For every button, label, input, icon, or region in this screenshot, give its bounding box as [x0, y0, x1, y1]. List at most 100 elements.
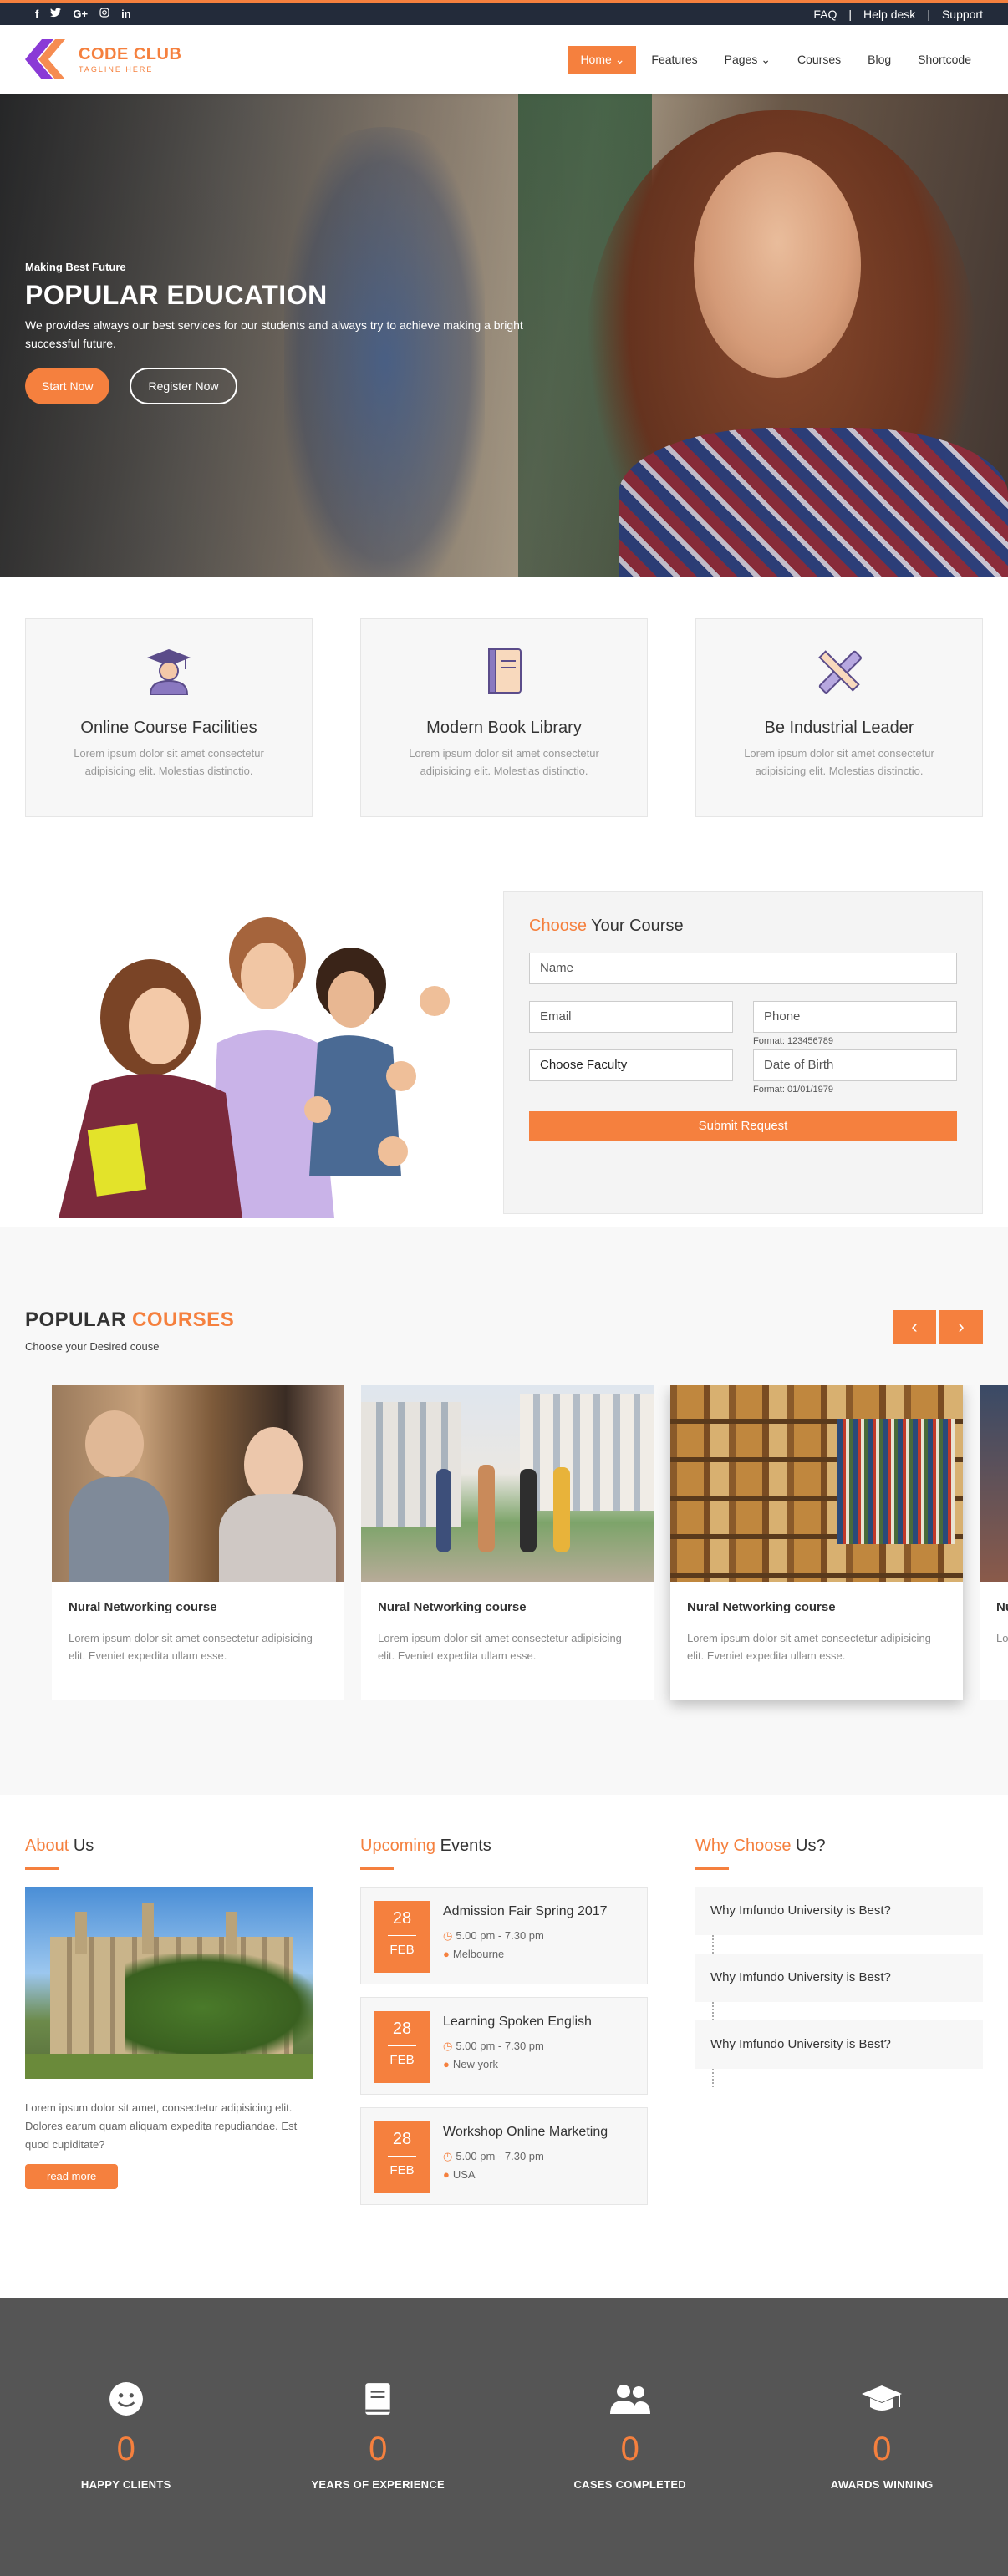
info-section: About Us Lorem ipsum dolor sit amet, con…: [0, 1795, 1008, 2259]
event-time-text: 5.00 pm - 7.30 pm: [456, 2150, 544, 2162]
chevron-left-icon[interactable]: ‹: [893, 1310, 936, 1344]
course-text: Lo: [996, 1632, 1008, 1644]
feature-title: Modern Book Library: [426, 719, 582, 737]
email-field[interactable]: Email: [529, 1001, 733, 1033]
why-title-rest: Us?: [791, 1837, 826, 1855]
event-location: ● Melbourne: [443, 1948, 608, 1960]
why-title: Why Choose Us?: [695, 1837, 983, 1856]
clock-icon: ◷: [443, 2040, 453, 2052]
why-column: Why Choose Us? Why Imfundo University is…: [695, 1837, 983, 2259]
hero-banner: Making Best Future POPULAR EDUCATION We …: [0, 94, 1008, 577]
event-time-text: 5.00 pm - 7.30 pm: [456, 2040, 544, 2052]
nav-pages-label: Pages: [724, 52, 758, 66]
stat-number: 0: [873, 2431, 892, 2467]
accordion-item[interactable]: Why Imfundo University is Best?: [695, 1954, 983, 2002]
course-card[interactable]: Nural Networking course Lorem ipsum dolo…: [52, 1385, 344, 1700]
stat-number: 0: [369, 2431, 388, 2467]
event-title[interactable]: Workshop Online Marketing: [443, 2125, 608, 2140]
about-title-accent: About: [25, 1837, 69, 1855]
help-desk-link[interactable]: Help desk: [852, 8, 927, 21]
about-title: About Us: [25, 1837, 313, 1856]
events-title-accent: Upcoming: [360, 1837, 436, 1855]
courses-carousel: Nural Networking course Lorem ipsum dolo…: [52, 1385, 1008, 1720]
stat-label: YEARS OF EXPERIENCE: [311, 2478, 445, 2491]
stat-number: 0: [620, 2431, 639, 2467]
nav-pages[interactable]: Pages ⌄: [713, 46, 782, 74]
event-title[interactable]: Admission Fair Spring 2017: [443, 1904, 608, 1919]
event-item[interactable]: 28 FEB Learning Spoken English ◷ 5.00 pm -…: [360, 1997, 648, 2095]
why-accordion: Why Imfundo University is Best? Why Imfu…: [695, 1887, 983, 2087]
read-more-button[interactable]: read more: [25, 2164, 119, 2189]
dotted-connector: [712, 2002, 983, 2020]
social-links: f G+ in: [35, 8, 131, 20]
faq-link[interactable]: FAQ: [802, 8, 848, 21]
stat-item: 0 AWARDS WINNING: [781, 2381, 982, 2576]
event-title[interactable]: Learning Spoken English: [443, 2015, 592, 2030]
event-date: 28 FEB: [374, 2011, 430, 2083]
course-title: Nural Networking course: [69, 1600, 217, 1614]
faculty-select[interactable]: Choose Faculty: [529, 1049, 733, 1081]
name-field[interactable]: Name: [529, 953, 957, 984]
chevron-down-icon: ⌄: [761, 52, 771, 66]
course-title: Nu: [996, 1600, 1008, 1614]
register-now-button[interactable]: Register Now: [130, 368, 237, 404]
about-text: Lorem ipsum dolor sit amet, consectetur …: [25, 2101, 298, 2151]
hero-title: POPULAR EDUCATION: [25, 280, 328, 310]
linkedin-icon[interactable]: in: [121, 8, 131, 20]
event-month: FEB: [389, 1943, 415, 1957]
book-icon: [488, 648, 522, 694]
logo[interactable]: CODE CLUB TAGLINE HERE: [25, 36, 181, 83]
phone-format-hint: Format: 123456789: [753, 1036, 834, 1046]
feature-card: Online Course Facilities Lorem ipsum dol…: [25, 618, 313, 817]
nav-shortcode[interactable]: Shortcode: [906, 46, 983, 73]
course-card[interactable]: Nu Lo: [980, 1385, 1008, 1700]
section-title-accent: COURSES: [125, 1308, 235, 1331]
stat-label: CASES COMPLETED: [573, 2478, 686, 2491]
nav-courses[interactable]: Courses: [786, 46, 853, 73]
course-text: Lorem ipsum dolor sit amet consectetur a…: [687, 1632, 931, 1662]
nav-features[interactable]: Features: [639, 46, 709, 73]
stat-item: 0 CASES COMPLETED: [530, 2381, 731, 2576]
start-now-button[interactable]: Start Now: [25, 368, 110, 404]
course-card[interactable]: Nural Networking course Lorem ipsum dolo…: [670, 1385, 963, 1700]
event-date: 28 FEB: [374, 1901, 430, 1973]
course-image: [980, 1385, 1008, 1582]
students-thumbs-up-image: [59, 917, 450, 1218]
chevron-right-icon[interactable]: ›: [939, 1310, 983, 1344]
map-pin-icon: ●: [443, 1948, 450, 1960]
dob-field[interactable]: Date of Birth: [753, 1049, 957, 1081]
title-underline: [695, 1867, 729, 1870]
submit-request-button[interactable]: Submit Request: [529, 1111, 957, 1141]
google-plus-icon[interactable]: G+: [73, 8, 88, 20]
stat-label: AWARDS WINNING: [830, 2478, 934, 2491]
nav-home[interactable]: Home ⌄: [568, 45, 637, 74]
brand-name: CODE CLUB: [79, 45, 182, 64]
support-link[interactable]: Support: [930, 8, 983, 21]
course-image: [361, 1385, 654, 1582]
feature-card: Modern Book Library Lorem ipsum dolor si…: [360, 618, 648, 817]
phone-field[interactable]: Phone: [753, 1001, 957, 1033]
facebook-icon[interactable]: f: [35, 8, 38, 20]
event-place-text: Melbourne: [452, 1948, 505, 1960]
nav-blog[interactable]: Blog: [856, 46, 903, 73]
course-card[interactable]: Nural Networking course Lorem ipsum dolo…: [361, 1385, 654, 1700]
accordion-item[interactable]: Why Imfundo University is Best?: [695, 2020, 983, 2069]
section-title-main: POPULAR: [25, 1308, 126, 1331]
section-title: POPULAR COURSES: [25, 1308, 983, 1332]
top-links: FAQ | Help desk | Support: [802, 8, 983, 21]
accordion-item[interactable]: Why Imfundo University is Best?: [695, 1887, 983, 1935]
event-location: ● USA: [443, 2168, 608, 2181]
form-title-rest: Your Course: [586, 917, 684, 935]
event-item[interactable]: 28 FEB Admission Fair Spring 2017 ◷ 5.00 p…: [360, 1887, 648, 1984]
event-place-text: USA: [452, 2168, 476, 2181]
course-title: Nural Networking course: [687, 1600, 836, 1614]
main-menu: Home ⌄ Features Pages ⌄ Courses Blog Sho…: [568, 45, 983, 74]
university-image: [25, 1887, 313, 2079]
event-location: ● New york: [443, 2058, 592, 2070]
course-text: Lorem ipsum dolor sit amet consectetur a…: [69, 1632, 313, 1662]
dotted-connector: [712, 1935, 983, 1954]
twitter-icon[interactable]: [50, 8, 62, 20]
event-item[interactable]: 28 FEB Workshop Online Marketing ◷ 5.00 pm…: [360, 2107, 648, 2205]
event-time: ◷ 5.00 pm - 7.30 pm: [443, 2040, 592, 2053]
instagram-icon[interactable]: [99, 8, 109, 20]
